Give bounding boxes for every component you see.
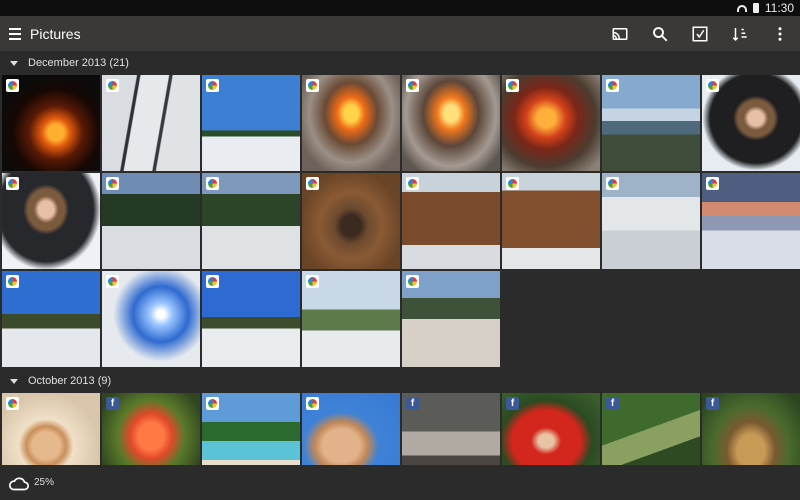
gallery-source-icon <box>406 177 419 190</box>
photo-thumbnail[interactable] <box>102 173 200 269</box>
section-header[interactable]: October 2013 (9) <box>0 369 800 393</box>
photo-thumbnail[interactable] <box>202 75 300 171</box>
photo-grid <box>0 271 800 367</box>
photo-thumbnail[interactable]: f <box>502 393 600 465</box>
photo-thumbnail[interactable] <box>402 75 500 171</box>
section-label: October 2013 (9) <box>28 375 112 387</box>
photo-thumbnail[interactable] <box>402 173 500 269</box>
battery-icon <box>752 3 759 13</box>
status-bar: 11:30 <box>0 0 800 16</box>
photo-thumbnail[interactable] <box>502 173 600 269</box>
photo-thumbnail[interactable] <box>602 173 700 269</box>
gallery-source-icon <box>406 275 419 288</box>
facebook-icon: f <box>506 397 519 410</box>
gallery-source-icon <box>306 79 319 92</box>
gallery-source-icon <box>6 177 19 190</box>
photo-thumbnail[interactable] <box>102 271 200 367</box>
status-time: 11:30 <box>764 1 794 15</box>
photo-thumbnail[interactable] <box>102 75 200 171</box>
menu-icon[interactable] <box>0 16 30 51</box>
sort-icon[interactable] <box>720 16 760 51</box>
photo-gallery: December 2013 (21) October 2013 (9) f f f f f <box>0 51 800 465</box>
photo-thumbnail[interactable] <box>502 75 600 171</box>
cast-icon[interactable] <box>600 16 640 51</box>
facebook-icon: f <box>106 397 119 410</box>
gallery-source-icon <box>706 79 719 92</box>
gallery-source-icon <box>206 177 219 190</box>
sync-footer: 25% <box>0 465 800 500</box>
gallery-source-icon <box>206 397 219 410</box>
select-icon[interactable] <box>680 16 720 51</box>
gallery-source-icon <box>606 79 619 92</box>
sync-percent: 25% <box>34 477 55 488</box>
section-label: December 2013 (21) <box>28 57 129 69</box>
gallery-source-icon <box>706 177 719 190</box>
gallery-source-icon <box>306 177 319 190</box>
page-title: Pictures <box>30 25 81 42</box>
photo-thumbnail[interactable] <box>202 393 300 465</box>
cloud-icon <box>8 476 29 490</box>
gallery-source-icon <box>306 275 319 288</box>
collapse-triangle-icon <box>10 378 18 384</box>
gallery-source-icon <box>506 177 519 190</box>
photo-thumbnail[interactable] <box>302 271 400 367</box>
photo-thumbnail[interactable] <box>2 271 100 367</box>
photo-thumbnail[interactable]: f <box>102 393 200 465</box>
facebook-icon: f <box>706 397 719 410</box>
photo-grid: fffff <box>0 393 800 465</box>
photo-thumbnail[interactable] <box>202 271 300 367</box>
photo-thumbnail[interactable] <box>202 173 300 269</box>
facebook-icon: f <box>606 397 619 410</box>
photo-thumbnail[interactable] <box>302 75 400 171</box>
gallery-source-icon <box>206 275 219 288</box>
gallery-source-icon <box>106 79 119 92</box>
gallery-source-icon <box>206 79 219 92</box>
photo-thumbnail[interactable] <box>2 393 100 465</box>
gallery-source-icon <box>6 79 19 92</box>
photo-thumbnail[interactable]: f <box>702 393 800 465</box>
photo-thumbnail[interactable] <box>302 393 400 465</box>
gallery-source-icon <box>606 177 619 190</box>
gallery-source-icon <box>106 177 119 190</box>
photo-thumbnail[interactable] <box>702 173 800 269</box>
more-icon[interactable] <box>760 16 800 51</box>
photo-grid <box>0 173 800 269</box>
collapse-triangle-icon <box>10 60 18 66</box>
gallery-source-icon <box>306 397 319 410</box>
photo-grid <box>0 75 800 171</box>
photo-thumbnail[interactable] <box>2 75 100 171</box>
photo-thumbnail[interactable]: f <box>402 393 500 465</box>
photo-thumbnail[interactable] <box>2 173 100 269</box>
wifi-icon <box>736 4 747 12</box>
facebook-icon: f <box>406 397 419 410</box>
action-bar: Pictures <box>0 16 800 51</box>
gallery-source-icon <box>506 79 519 92</box>
section-header[interactable]: December 2013 (21) <box>0 51 800 75</box>
photo-thumbnail[interactable] <box>302 173 400 269</box>
photo-thumbnail[interactable] <box>402 271 500 367</box>
gallery-source-icon <box>6 275 19 288</box>
photo-thumbnail[interactable]: f <box>602 393 700 465</box>
photo-thumbnail[interactable] <box>602 75 700 171</box>
photo-thumbnail[interactable] <box>702 75 800 171</box>
gallery-source-icon <box>406 79 419 92</box>
search-icon[interactable] <box>640 16 680 51</box>
gallery-source-icon <box>6 397 19 410</box>
gallery-source-icon <box>106 275 119 288</box>
